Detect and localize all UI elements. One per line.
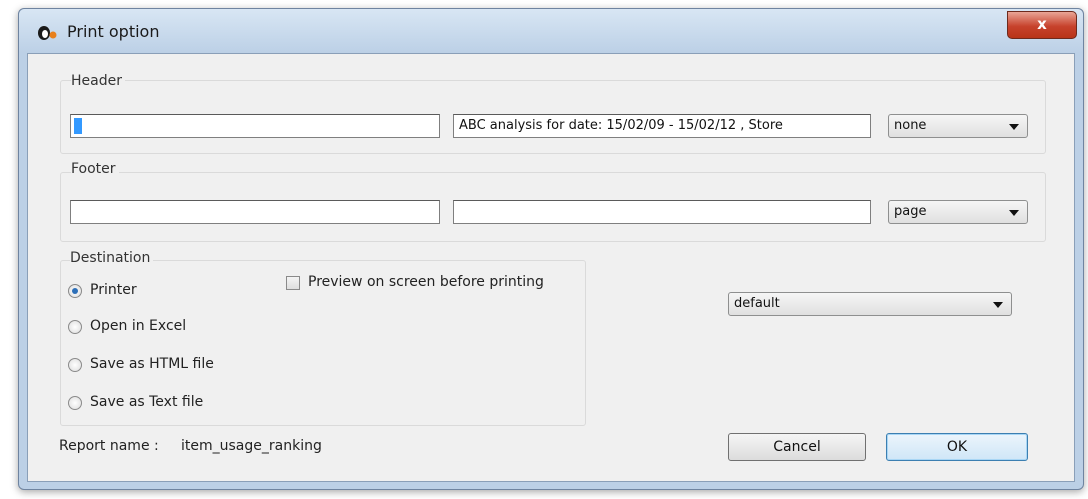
title-bar[interactable]: Print option x [19,9,1083,53]
print-option-window: Print option x Header ABC analysis for d… [18,8,1084,490]
cancel-button[interactable]: Cancel [728,433,866,461]
close-icon: x [1037,15,1047,33]
footer-group-title: Footer [71,161,119,177]
footer-left-input[interactable] [70,200,440,224]
preview-checkbox[interactable] [286,276,300,290]
header-left-input[interactable] [70,114,440,138]
close-button[interactable]: x [1007,11,1077,39]
text-cursor [74,118,82,134]
chevron-down-icon [1009,210,1019,216]
radio-button[interactable] [68,320,82,334]
ok-button[interactable]: OK [886,433,1028,461]
header-group-title: Header [71,73,125,89]
report-name-value: item_usage_ranking [181,438,322,454]
destination-group-title: Destination [70,250,154,266]
header-position-select[interactable]: none [888,114,1028,138]
dialog-body: Header ABC analysis for date: 15/02/09 -… [27,53,1075,482]
footer-position-select[interactable]: page [888,200,1028,224]
chevron-down-icon [1009,124,1019,130]
header-center-input[interactable]: ABC analysis for date: 15/02/09 - 15/02/… [453,114,871,138]
radio-button-checked[interactable] [68,284,82,298]
preview-label: Preview on screen before printing [308,274,544,290]
penguin-icon [38,26,57,40]
radio-button[interactable] [68,396,82,410]
printer-select[interactable]: default [728,292,1012,316]
report-name-label: Report name : [59,438,159,454]
footer-center-input[interactable] [453,200,871,224]
window-title: Print option [67,22,160,41]
radio-button[interactable] [68,358,82,372]
chevron-down-icon [993,302,1003,308]
